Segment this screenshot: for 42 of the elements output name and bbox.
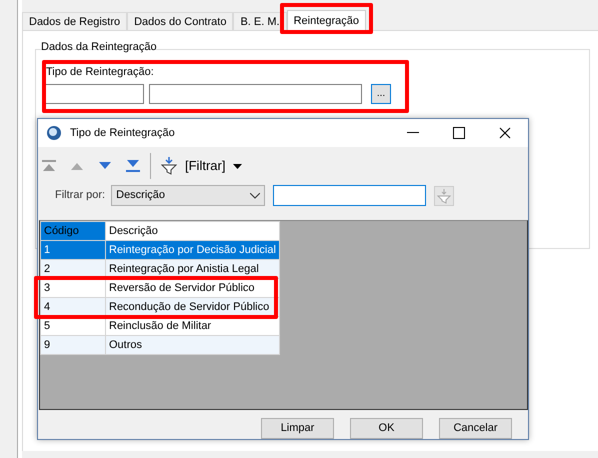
table-cell: Outros bbox=[106, 336, 280, 354]
dialog-button[interactable]: Limpar bbox=[261, 418, 334, 439]
table-cell: 9 bbox=[40, 336, 106, 354]
dialog-title: Tipo de Reintegração bbox=[70, 126, 176, 141]
tab[interactable]: Dados de Registro bbox=[22, 12, 128, 30]
table-cell: Reintegração por Decisão Judicial bbox=[106, 240, 280, 260]
minimize-icon[interactable] bbox=[407, 132, 419, 134]
first-record-icon[interactable] bbox=[42, 160, 56, 172]
app-logo-icon bbox=[46, 125, 62, 141]
tab[interactable]: Dados do Contrato bbox=[127, 12, 234, 30]
table-row[interactable]: 9 Outros bbox=[40, 336, 280, 354]
description-input-field[interactable] bbox=[149, 84, 362, 104]
dropdown-caret-icon[interactable] bbox=[233, 164, 242, 168]
filter-icon[interactable] bbox=[161, 157, 177, 175]
filter-input-field[interactable] bbox=[273, 185, 426, 206]
table-row[interactable]: 2 Reintegração por Anistia Legal bbox=[40, 260, 280, 278]
vertical-scrollbar[interactable] bbox=[0, 0, 18, 458]
table-row[interactable]: 3 Reversão de Servidor Público bbox=[40, 278, 280, 298]
group-title: Dados da Reintegração bbox=[40, 40, 158, 55]
chevron-down-icon bbox=[250, 192, 260, 198]
table-row[interactable]: 1 Reintegração por Decisão Judicial bbox=[40, 240, 280, 260]
next-record-icon[interactable] bbox=[98, 162, 112, 170]
column-header[interactable]: Código bbox=[40, 222, 106, 240]
apply-filter-icon[interactable] bbox=[434, 186, 454, 206]
tab[interactable]: B. E. M. bbox=[233, 12, 287, 30]
dialog-button[interactable]: OK bbox=[350, 418, 423, 439]
maximize-icon[interactable] bbox=[453, 127, 465, 139]
filter-button[interactable]: [Filtrar] bbox=[183, 156, 228, 176]
column-header[interactable]: Descrição bbox=[106, 222, 280, 240]
table-row[interactable]: 5 Reinclusão de Militar bbox=[40, 316, 280, 336]
table-row[interactable]: 4 Recondução de Servidor Público bbox=[40, 298, 280, 316]
table-cell: 1 bbox=[40, 240, 106, 260]
filter-dropdown[interactable]: Descrição bbox=[111, 185, 266, 206]
field-label: Tipo de Reintegração: bbox=[46, 64, 155, 80]
filter-label: Filtrar por: bbox=[55, 188, 106, 204]
dialog-button[interactable]: Cancelar bbox=[439, 418, 512, 439]
dropdown-value: Descrição bbox=[116, 188, 166, 204]
code-input-field[interactable] bbox=[44, 84, 144, 104]
lookup-button[interactable]: ... bbox=[371, 84, 391, 104]
last-record-icon[interactable] bbox=[126, 160, 140, 172]
close-icon[interactable] bbox=[499, 127, 511, 139]
tab[interactable]: Reintegração bbox=[286, 10, 366, 30]
